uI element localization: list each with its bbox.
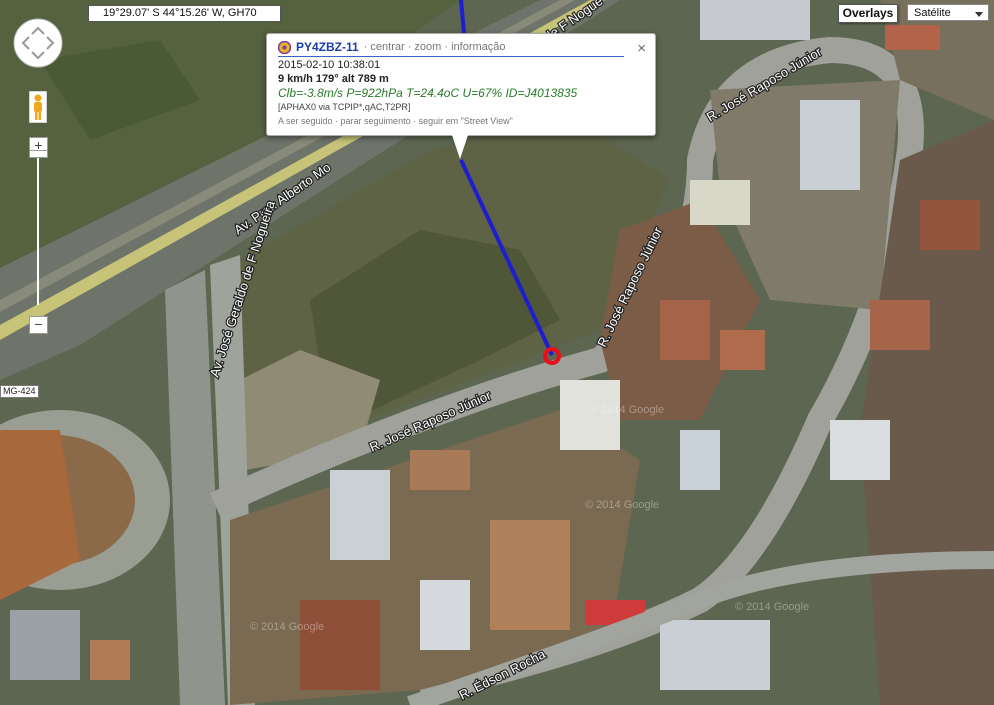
station-info-popup: PY4ZBZ-11 · centrar · zoom · informação …: [266, 33, 656, 136]
copyright-watermark: © 2014 Google: [585, 499, 659, 511]
copyright-watermark: © 2014 Google: [250, 621, 324, 633]
zoom-control[interactable]: + −: [29, 137, 48, 334]
popup-footer-links[interactable]: A ser seguido · parar seguimento · segui…: [278, 114, 645, 128]
popup-divider: [278, 56, 624, 57]
copyright-watermark: © 2014 Google: [735, 601, 809, 613]
close-icon[interactable]: ×: [637, 40, 646, 57]
popup-path: [APHAX0 via TCPIP*,qAC,T2PR]: [278, 102, 411, 112]
map-type-select[interactable]: Satélite: [907, 4, 989, 21]
popup-motion: 9 km/h 179° alt 789 m: [278, 73, 389, 85]
overlays-button[interactable]: Overlays: [838, 4, 898, 23]
station-callsign-link[interactable]: PY4ZBZ-11: [296, 40, 359, 54]
chevron-down-icon: [975, 12, 983, 17]
zoom-slider-track[interactable]: [37, 155, 39, 305]
road-shield-label: MG-424: [0, 385, 39, 398]
coordinates-readout: 19°29.07' S 44°15.26' W, GH70: [88, 5, 281, 22]
popup-pointer: [452, 135, 468, 159]
popup-weather: Clb=-3.8m/s P=922hPa T=24.4oC U=67% ID=J…: [278, 86, 578, 100]
pegman-street-view-icon[interactable]: [29, 91, 47, 123]
pan-control[interactable]: [13, 18, 63, 68]
zoom-slider-thumb[interactable]: [29, 150, 48, 158]
copyright-watermark: © 2014 Google: [590, 404, 664, 416]
zoom-out-button[interactable]: −: [29, 316, 48, 334]
popup-actions-links[interactable]: · centrar · zoom · informação: [364, 41, 506, 53]
station-symbol-icon: [278, 40, 291, 54]
popup-timestamp: 2015-02-10 10:38:01: [278, 59, 381, 71]
map-type-value: Satélite: [914, 7, 951, 19]
